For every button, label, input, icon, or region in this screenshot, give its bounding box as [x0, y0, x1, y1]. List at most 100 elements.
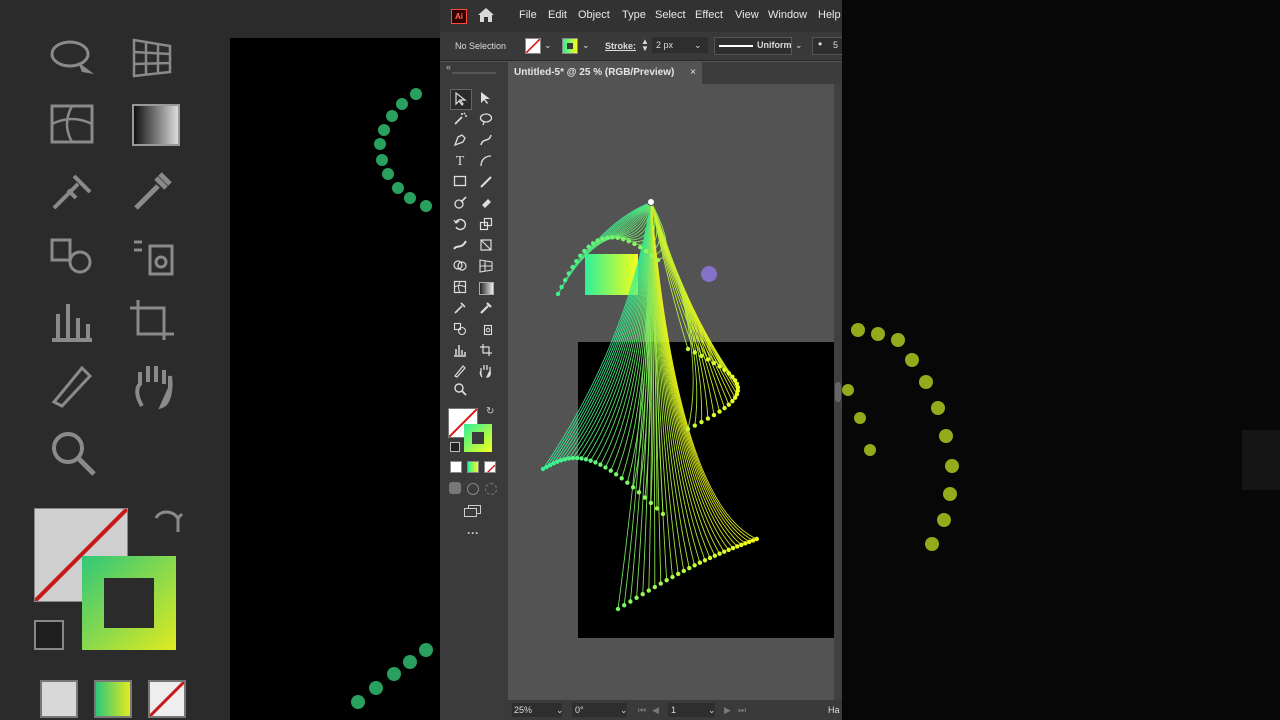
draw-normal-icon[interactable]: [449, 482, 461, 494]
lasso-tool-icon[interactable]: [476, 110, 496, 129]
canvas-area[interactable]: [508, 84, 842, 700]
tree-bead: [711, 412, 717, 418]
rectangle-tool-icon[interactable]: [450, 173, 470, 192]
eyedropper-icon: [130, 168, 176, 223]
zoom-icon: [48, 428, 98, 487]
column-graph-tool-icon[interactable]: [450, 341, 470, 360]
stroke-weight-chevron-icon[interactable]: ⌄: [694, 40, 702, 51]
shaper-tool-icon[interactable]: [450, 194, 470, 213]
document-tab[interactable]: Untitled-5* @ 25 % (RGB/Preview) ×: [508, 62, 702, 84]
menu-file[interactable]: File: [519, 9, 537, 21]
last-artboard-icon[interactable]: ⏭: [738, 703, 746, 717]
stroke-stepper-icon[interactable]: ▲ ▼: [641, 38, 649, 53]
zoom-level[interactable]: 25%: [512, 703, 562, 717]
pen-tool-icon[interactable]: [450, 131, 470, 150]
default-fill-stroke-icon[interactable]: [450, 442, 460, 452]
fill-dropdown-chevron-icon[interactable]: ⌄: [544, 40, 552, 51]
curvature-tool-icon[interactable]: [476, 131, 496, 150]
tree-bead: [586, 244, 591, 249]
line-segment-tool-icon[interactable]: [476, 152, 496, 171]
gradient-mode-swatch: [94, 680, 132, 718]
tree-bead: [640, 591, 645, 597]
menu-window[interactable]: Window: [768, 9, 807, 21]
tree-bead: [562, 457, 568, 462]
profile-chevron-icon[interactable]: ⌄: [795, 40, 803, 51]
swap-icon: [150, 504, 186, 549]
direct-selection-tool-icon[interactable]: [476, 89, 496, 108]
none-button[interactable]: [484, 461, 496, 473]
zoom-chevron-icon[interactable]: ⌄: [556, 703, 564, 717]
tree-bead: [707, 555, 713, 561]
status-info: Ha: [828, 705, 840, 715]
collapse-panel-icon[interactable]: «: [446, 62, 451, 72]
color-button[interactable]: [450, 461, 462, 473]
tree-bead: [712, 553, 718, 558]
tree-bead: [574, 455, 580, 461]
previous-artboard-icon[interactable]: ◀: [652, 703, 659, 717]
vertical-scroll-thumb[interactable]: [835, 382, 841, 402]
swap-fill-stroke-icon[interactable]: ↻: [486, 406, 494, 417]
tree-bead: [610, 235, 615, 240]
home-icon[interactable]: [477, 7, 495, 23]
type-tool-icon[interactable]: T: [450, 152, 470, 171]
gradient-button[interactable]: [467, 461, 479, 473]
screen-mode-icon[interactable]: [464, 504, 482, 517]
rotate-tool-icon[interactable]: [450, 215, 470, 234]
panel-grip[interactable]: [452, 72, 496, 74]
artboard-tool-icon[interactable]: [476, 341, 496, 360]
gradient-tree-artwork[interactable]: [508, 84, 834, 700]
menu-view[interactable]: View: [735, 9, 759, 21]
stroke-label[interactable]: Stroke:: [605, 41, 636, 51]
slice-icon: [48, 362, 96, 417]
draw-behind-icon[interactable]: [467, 483, 479, 495]
free-transform-tool-icon[interactable]: [476, 236, 496, 255]
symbol-sprayer-tool-icon[interactable]: [450, 320, 470, 339]
color-mode-swatch: [40, 680, 78, 718]
selection-tool-icon[interactable]: [450, 89, 472, 110]
magic-wand-tool-icon[interactable]: [450, 110, 470, 129]
menu-effect[interactable]: Effect: [695, 9, 723, 21]
artboard-chevron-icon[interactable]: ⌄: [708, 703, 716, 717]
menu-help[interactable]: Help: [818, 9, 841, 21]
blend-icon: [48, 170, 96, 223]
first-artboard-icon[interactable]: ⏮: [638, 703, 646, 717]
mesh-tool-icon[interactable]: [450, 278, 470, 297]
slice-tool-icon[interactable]: [450, 362, 470, 381]
rotation-value[interactable]: 0°: [572, 703, 627, 717]
paintbrush-tool-icon[interactable]: [476, 173, 496, 192]
menu-select[interactable]: Select: [655, 9, 686, 21]
vertical-scrollbar[interactable]: [834, 84, 842, 700]
next-artboard-icon[interactable]: ▶: [724, 703, 731, 717]
scale-tool-icon[interactable]: [476, 215, 496, 234]
tree-bead: [735, 544, 740, 549]
close-tab-icon[interactable]: ×: [690, 62, 696, 84]
menu-type[interactable]: Type: [622, 9, 646, 21]
tree-bead: [726, 547, 731, 553]
zoom-tool-icon[interactable]: [450, 380, 470, 399]
width-tool-icon[interactable]: [450, 236, 470, 255]
symbol-screener-tool-icon[interactable]: [476, 320, 496, 339]
tree-bead: [603, 465, 608, 470]
fill-swatch[interactable]: [525, 38, 541, 54]
gradient-tool-icon[interactable]: [476, 278, 496, 297]
stroke-dropdown-chevron-icon[interactable]: ⌄: [582, 40, 590, 51]
stroke-gradient-swatch[interactable]: [464, 424, 492, 452]
tree-bead: [685, 426, 691, 432]
shape-builder-tool-icon[interactable]: [450, 257, 470, 276]
stroke-swatch[interactable]: [562, 38, 578, 54]
draw-inside-icon[interactable]: [485, 483, 497, 495]
rotation-chevron-icon[interactable]: ⌄: [620, 703, 628, 717]
perspective-grid-tool-icon[interactable]: [476, 257, 496, 276]
hand-tool-icon[interactable]: [476, 362, 496, 381]
variable-width-profile[interactable]: Uniform: [714, 37, 792, 55]
anchor-handle[interactable]: [647, 198, 655, 206]
mesh-icon: [50, 104, 94, 153]
edit-toolbar-more-icon[interactable]: ···: [467, 526, 479, 540]
blend-tool-icon[interactable]: [450, 299, 470, 318]
menu-edit[interactable]: Edit: [548, 9, 567, 21]
brush-definition[interactable]: • 5: [812, 37, 842, 55]
menu-object[interactable]: Object: [578, 9, 610, 21]
eyedropper-tool-icon[interactable]: [476, 299, 496, 318]
tree-bead: [717, 551, 722, 556]
eraser-tool-icon[interactable]: [476, 194, 496, 213]
